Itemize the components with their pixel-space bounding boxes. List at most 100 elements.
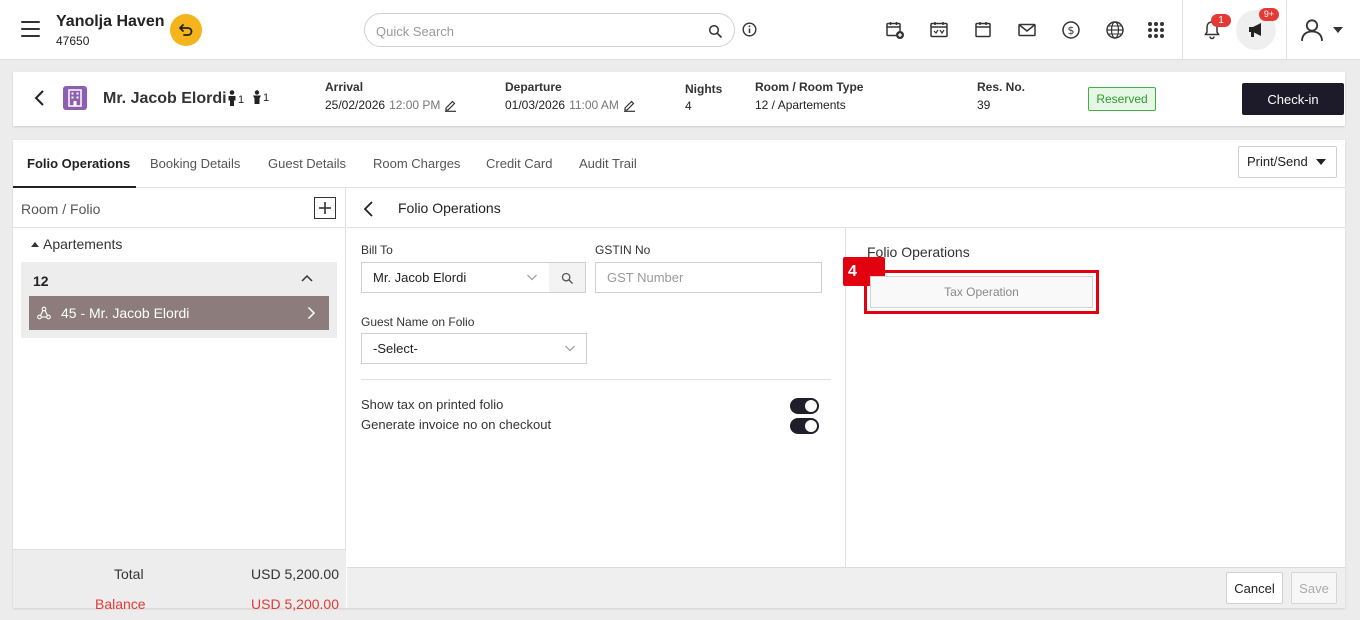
collapse-caret-icon <box>31 241 39 247</box>
arrival-value: 25/02/2026 12:00 PM <box>325 98 457 112</box>
apps-grid-icon[interactable] <box>1145 19 1167 41</box>
add-folio-button[interactable] <box>314 197 336 219</box>
status-badge: Reserved <box>1088 87 1156 111</box>
room-type-group-label: Apartements <box>43 236 123 252</box>
bill-to-select[interactable]: Mr. Jacob Elordi <box>361 262 550 293</box>
search-icon <box>561 272 573 284</box>
operations-column: Folio Operations 4 Tax Operation <box>843 228 1345 567</box>
tab-guest-details[interactable]: Guest Details <box>268 140 346 188</box>
adults-count: 1 <box>227 90 244 106</box>
action-footer: Cancel Save <box>347 567 1345 608</box>
arrival-time: 12:00 PM <box>389 98 441 112</box>
adult-icon <box>228 90 236 106</box>
tab-room-charges[interactable]: Room Charges <box>373 140 460 188</box>
tab-audit-trail[interactable]: Audit Trail <box>579 140 637 188</box>
departure-value: 01/03/2026 11:00 AM <box>505 98 636 112</box>
switch-property-button[interactable] <box>170 14 202 46</box>
notification-badge: 1 <box>1211 14 1231 27</box>
reservation-header: Mr. Jacob Elordi 1 1 Arrival 25/02/2026 … <box>13 72 1345 126</box>
balance-value: USD 5,200.00 <box>251 596 339 612</box>
user-menu-caret-icon[interactable] <box>1333 27 1343 33</box>
folio-operations-title: Folio Operations <box>398 200 501 216</box>
new-reservation-icon[interactable] <box>884 19 906 41</box>
print-send-label: Print/Send <box>1247 154 1308 169</box>
user-icon[interactable] <box>1299 17 1325 43</box>
chevron-down-icon <box>527 274 537 281</box>
check-in-button[interactable]: Check-in <box>1242 83 1344 115</box>
mail-icon[interactable] <box>1016 19 1038 41</box>
folio-operations-area: Folio Operations Bill To Mr. Jacob Elord… <box>347 188 1345 608</box>
generate-invoice-toggle[interactable] <box>790 418 819 434</box>
back-arrow-icon[interactable] <box>33 89 45 107</box>
highlight-annotation: 4 Tax Operation <box>843 257 1099 314</box>
guest-name-on-folio-label: Guest Name on Folio <box>361 315 475 329</box>
guest-name-on-folio-value: -Select- <box>373 341 418 356</box>
search-icon[interactable] <box>708 24 722 38</box>
separator <box>1286 0 1287 60</box>
gstin-label: GSTIN No <box>595 243 651 257</box>
chevron-right-icon <box>307 306 316 320</box>
back-arrow-icon[interactable] <box>362 200 374 218</box>
room-type-group[interactable]: Apartements <box>31 236 122 252</box>
chevron-up-icon[interactable] <box>301 274 313 282</box>
plus-icon <box>319 202 331 214</box>
room-folio-header: Room / Folio <box>13 188 346 228</box>
dropdown-caret-icon <box>1316 159 1326 165</box>
tax-operation-button[interactable]: Tax Operation <box>870 276 1093 308</box>
save-button[interactable]: Save <box>1291 572 1337 604</box>
nights-value: 4 <box>685 99 692 113</box>
room-block: 12 45 - Mr. Jacob Elordi <box>21 262 337 338</box>
folio-item-label: 45 - Mr. Jacob Elordi <box>61 305 190 321</box>
hotel-name: Yanolja Haven <box>56 13 165 30</box>
arrival-date: 25/02/2026 <box>325 98 386 112</box>
hotel-id: 47650 <box>56 34 90 48</box>
quick-search <box>364 13 735 47</box>
calendar-icon[interactable] <box>972 19 994 41</box>
announcements-badge: 9+ <box>1259 8 1279 21</box>
menu-icon[interactable] <box>21 21 40 37</box>
folio-item[interactable]: 45 - Mr. Jacob Elordi <box>29 296 329 330</box>
room-type-value: 12 / Apartements <box>755 98 846 112</box>
megaphone-icon <box>1249 23 1261 37</box>
room-type-label: Room / Room Type <box>755 80 864 94</box>
guest-name-on-folio-select[interactable]: -Select- <box>361 333 587 364</box>
bill-to-value: Mr. Jacob Elordi <box>373 270 467 285</box>
tab-credit-card[interactable]: Credit Card <box>486 140 552 188</box>
generate-invoice-label: Generate invoice no on checkout <box>361 417 552 432</box>
gstin-input[interactable] <box>595 262 822 293</box>
dollar-icon[interactable]: $ <box>1060 19 1082 41</box>
calendar-check-icon[interactable] <box>928 19 950 41</box>
main-panel: Folio Operations Booking Details Guest D… <box>13 140 1345 612</box>
folio-operations-header: Folio Operations <box>347 188 1345 228</box>
edit-pencil-icon[interactable] <box>444 99 457 112</box>
info-icon[interactable] <box>742 22 757 37</box>
nights-label: Nights <box>685 82 723 96</box>
tab-folio-operations[interactable]: Folio Operations <box>13 140 136 188</box>
folio-settings-form: Bill To Mr. Jacob Elordi GSTIN No Guest … <box>347 228 846 567</box>
res-no-value: 39 <box>977 98 991 112</box>
show-tax-toggle[interactable] <box>790 398 819 414</box>
total-value: USD 5,200.00 <box>251 566 339 582</box>
balance-label: Balance <box>95 596 146 612</box>
building-icon <box>63 86 87 110</box>
departure-date: 01/03/2026 <box>505 98 566 112</box>
share-nodes-icon <box>37 306 51 320</box>
top-bar: Yanolja Haven 47650 $ 1 9+ <box>0 0 1360 60</box>
svg-text:$: $ <box>1068 24 1075 37</box>
totals-section: Total USD 5,200.00 Balance USD 5,200.00 <box>13 549 346 612</box>
edit-pencil-icon[interactable] <box>623 99 636 112</box>
bill-to-search-button[interactable] <box>549 262 586 293</box>
arrival-label: Arrival <box>325 80 364 94</box>
cancel-button[interactable]: Cancel <box>1226 572 1283 604</box>
departure-time: 11:00 AM <box>569 98 619 112</box>
print-send-button[interactable]: Print/Send <box>1238 146 1337 178</box>
res-no-label: Res. No. <box>977 80 1026 94</box>
show-tax-label: Show tax on printed folio <box>361 397 504 412</box>
chevron-down-icon <box>565 345 575 352</box>
tab-booking-details[interactable]: Booking Details <box>150 140 240 188</box>
separator <box>1182 0 1183 60</box>
globe-icon[interactable] <box>1104 19 1126 41</box>
undo-icon <box>179 24 193 36</box>
departure-label: Departure <box>505 80 562 94</box>
quick-search-input[interactable] <box>376 21 696 41</box>
